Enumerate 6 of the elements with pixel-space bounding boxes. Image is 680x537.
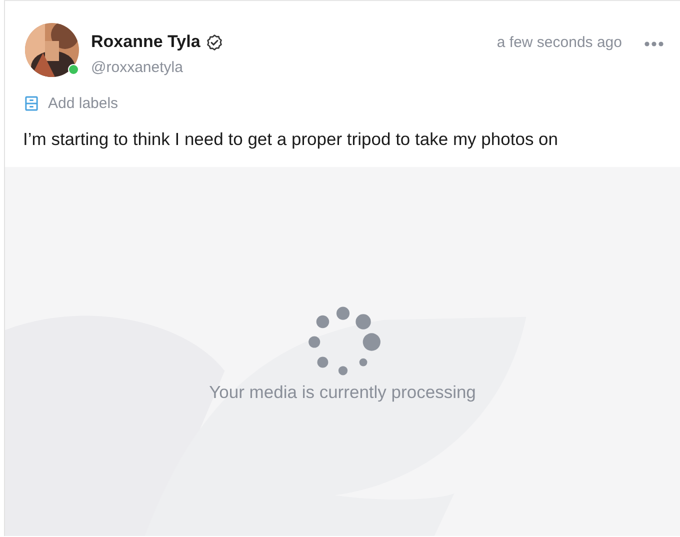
- author-handle[interactable]: @roxxanetyla: [91, 59, 183, 76]
- post-text: I’m starting to think I need to get a proper tripod to take my photos on: [23, 128, 560, 151]
- processing-message: Your media is currently processing: [209, 382, 476, 403]
- author-name[interactable]: Roxanne Tyla: [91, 32, 200, 52]
- post-time: a few seconds ago: [496, 33, 622, 51]
- add-labels-link[interactable]: Add labels: [48, 95, 118, 112]
